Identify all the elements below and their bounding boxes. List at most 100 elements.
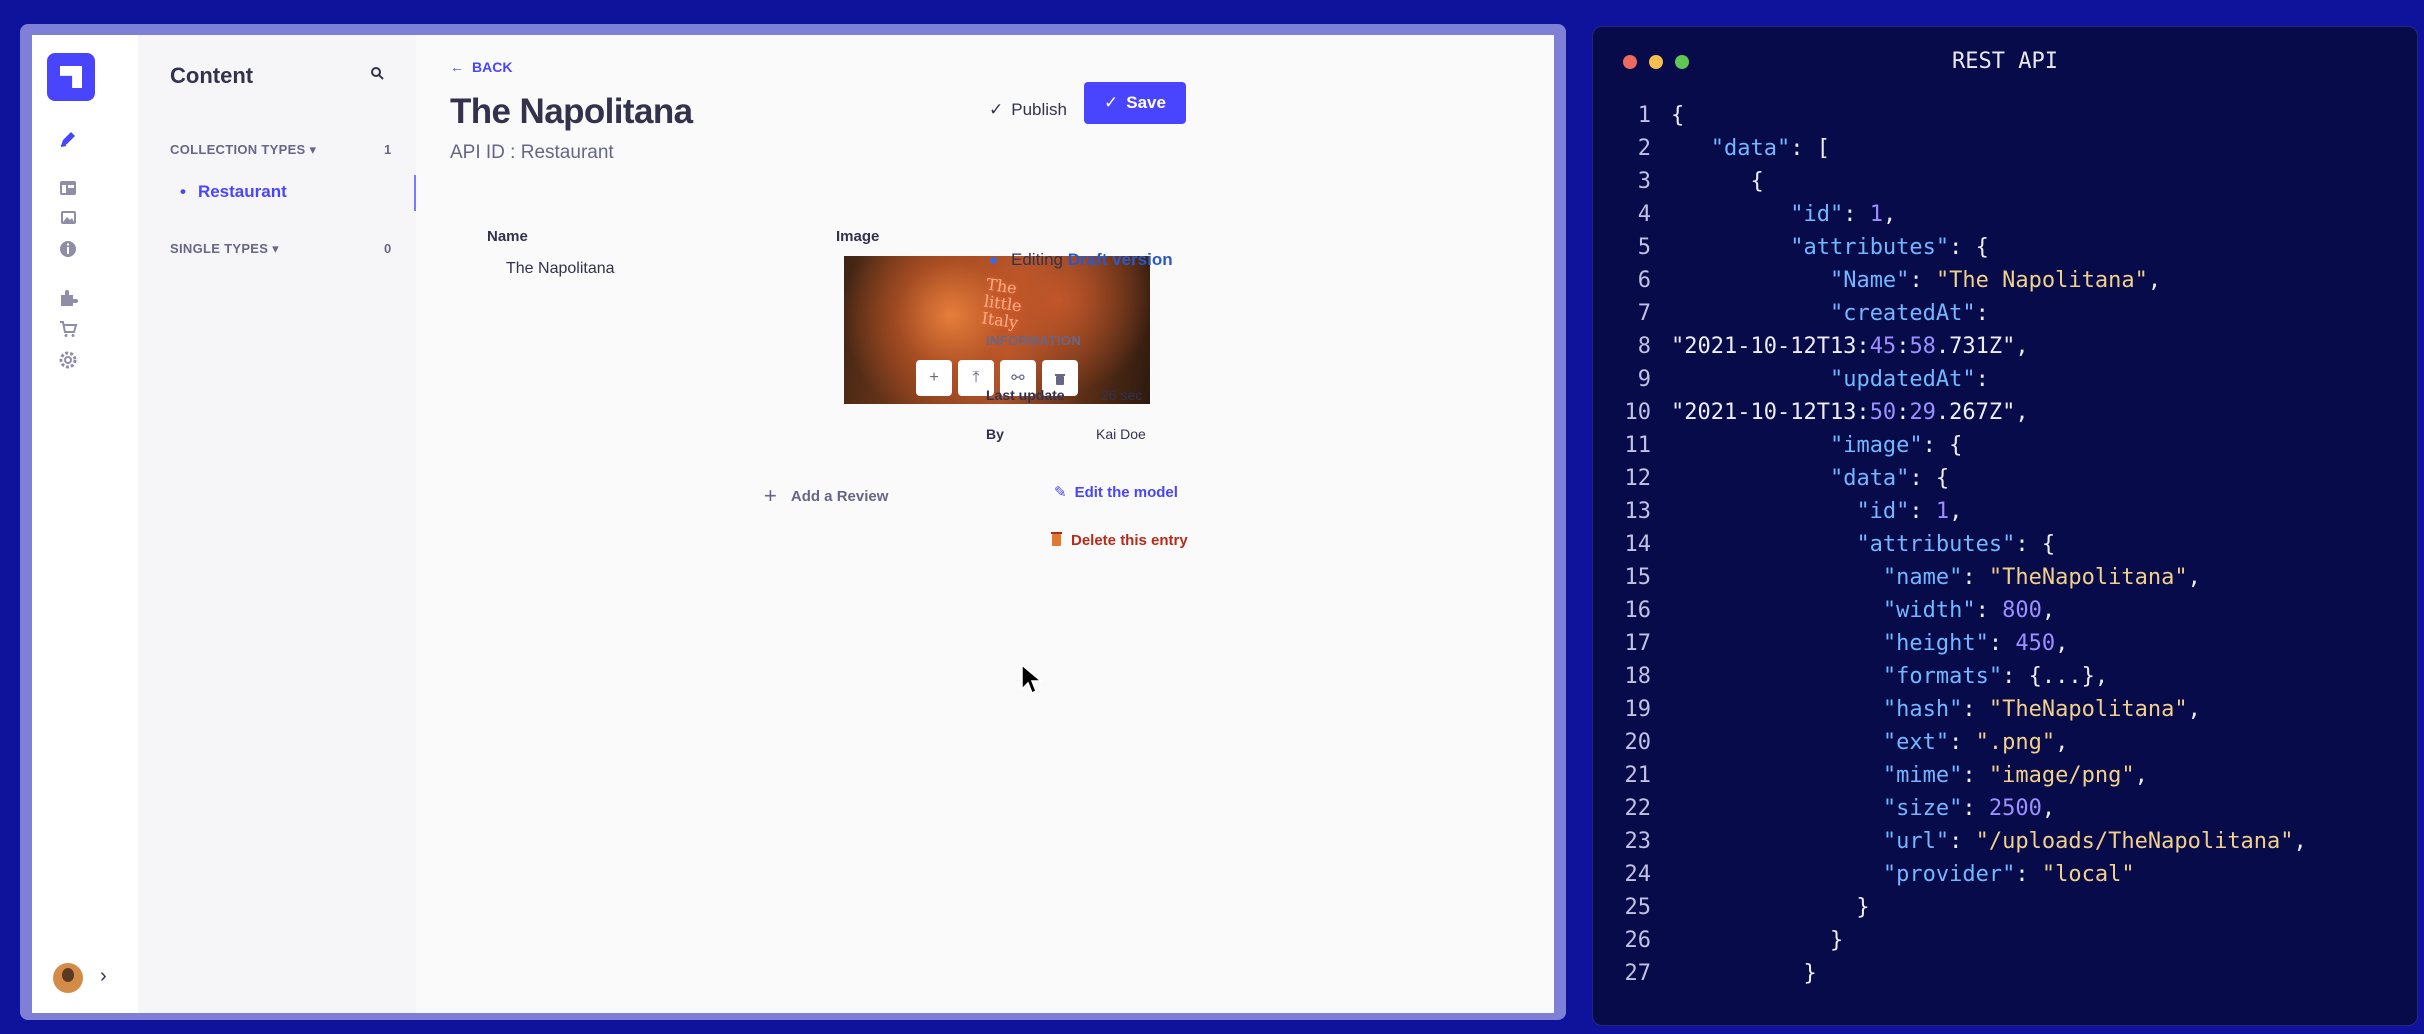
code-line: 24 "provider": "local" [1615,858,2307,891]
cms-app: › Content COLLECTION TYPES ▾ 1 Restauran… [32,35,1554,1013]
code-line: 10 "2021-10-12T13:50:29.267Z", [1615,396,2307,429]
line-number: 2 [1637,136,1651,161]
expand-nav-chevron-icon[interactable]: › [100,965,107,988]
last-update-value: 26 sec [1101,387,1143,403]
content-manager-icon[interactable] [57,128,79,150]
single-types-toggle[interactable]: SINGLE TYPES ▾ [170,241,279,257]
code-text: "hash": "TheNapolitana", [1882,697,2201,722]
user-avatar[interactable] [53,963,83,993]
code-text: "attributes": { [1790,235,1989,260]
add-asset-icon[interactable]: + [916,360,952,396]
by-value: Kai Doe [1096,426,1146,442]
code-window-title: REST API [1952,49,2058,74]
check-icon: ✓ [988,100,1004,119]
api-id: API ID : Restaurant [450,142,614,163]
code-text: "2021-10-12T13:50:29.267Z", [1671,400,2029,425]
code-text: { [1671,103,1685,128]
code-line: 22 "size": 2500, [1615,792,2307,825]
code-line: 15 "name": "TheNapolitana", [1615,561,2307,594]
strapi-logo-icon[interactable] [47,53,95,101]
code-text: "data": [ [1710,136,1830,161]
code-text: "createdAt": [1829,301,1989,326]
code-text: "size": 2500, [1882,796,2056,821]
single-types-label: SINGLE TYPES [170,241,269,256]
publish-label: Publish [1011,100,1067,119]
add-review-label: Add a Review [790,487,889,505]
pencil-icon: ✎ [1054,484,1067,501]
collection-types-label: COLLECTION TYPES [170,142,306,157]
code-text: } [1671,928,1844,953]
back-label: BACK [472,59,513,75]
line-number: 13 [1624,499,1652,524]
code-text: "url": "/uploads/TheNapolitana", [1882,829,2307,854]
plugins-icon[interactable] [57,287,79,309]
line-number: 24 [1624,862,1652,887]
media-library-icon[interactable] [57,207,79,229]
edit-model-link[interactable]: ✎ Edit the model [1054,483,1178,502]
single-types-count: 0 [384,241,392,256]
sidebar-item-restaurant[interactable]: Restaurant [180,182,287,202]
line-number: 20 [1624,730,1652,755]
line-number: 27 [1624,961,1652,986]
code-text: "2021-10-12T13:45:58.731Z", [1671,334,2029,359]
code-line: 11 "image": { [1615,429,2307,462]
code-line: 13 "id": 1, [1615,495,2307,528]
line-number: 10 [1624,400,1652,425]
search-icon[interactable] [370,66,384,85]
code-line: 4 "id": 1, [1615,198,2307,231]
delete-entry-button[interactable]: Delete this entry [1050,531,1188,550]
code-line: 12 "data": { [1615,462,2307,495]
builder-icon[interactable] [57,177,79,199]
line-number: 7 [1637,301,1651,326]
marketplace-icon[interactable] [57,318,79,340]
image-preview[interactable]: The little Italy + ⤒ ⚯ [844,256,1150,404]
line-number: 22 [1624,796,1652,821]
content-manager-title: Content [170,63,254,88]
editing-prefix: Editing [1011,250,1063,269]
rest-api-window: REST API 1{2 "data": [3 {4 "id": 1, 5 "at… [1592,26,2418,1026]
code-text: "data": { [1829,466,1950,491]
code-text: "mime": "image/png", [1882,763,2148,788]
line-number: 3 [1637,169,1651,194]
line-number: 16 [1624,598,1652,623]
code-line: 3 { [1615,165,2307,198]
code-line: 18 "formats": {...}, [1615,660,2307,693]
publish-button[interactable]: ✓ Publish [980,91,1076,129]
code-text: "id": 1, [1790,202,1897,227]
save-button[interactable]: ✓ Save [1084,82,1186,124]
add-review-button[interactable]: + Add a Review [764,483,888,509]
code-text: } [1671,895,1870,920]
info-icon[interactable] [57,238,79,260]
code-text: "updatedAt": [1829,367,1989,392]
by-label: By [986,426,1004,442]
arrow-left-icon: ← [450,59,464,75]
code-text: "height": 450, [1882,631,2069,656]
line-number: 25 [1624,895,1652,920]
code-line: 7 "createdAt": [1615,297,2307,330]
code-text: "id": 1, [1856,499,1963,524]
image-field-label: Image [836,228,880,245]
code-text: "formats": {...}, [1882,664,2109,689]
name-field-value[interactable]: The Napolitana [506,260,615,278]
code-text: } [1671,961,1817,986]
code-text: "name": "TheNapolitana", [1882,565,2201,590]
save-label: Save [1126,93,1166,112]
line-number: 14 [1624,532,1652,557]
edit-view: ← BACK The Napolitana API ID : Restauran… [416,35,1554,1013]
image-neon-sign: The little Italy [980,274,1023,333]
caret-down-icon: ▾ [309,142,317,157]
collection-types-toggle[interactable]: COLLECTION TYPES ▾ [170,142,316,158]
code-line: 26 } [1615,924,2307,957]
line-number: 1 [1637,103,1651,128]
code-text: "provider": "local" [1882,862,2135,887]
code-text: "image": { [1829,433,1963,458]
code-text: "attributes": { [1856,532,2056,557]
draft-version-label: Draft version [1067,250,1173,269]
code-line: 1{ [1615,99,2307,132]
settings-icon[interactable] [57,349,79,371]
line-number: 17 [1624,631,1652,656]
name-field-label: Name [487,228,528,245]
back-link[interactable]: ← BACK [450,59,512,75]
code-line: 5 "attributes": { [1615,231,2307,264]
code-line: 9 "updatedAt": [1615,363,2307,396]
